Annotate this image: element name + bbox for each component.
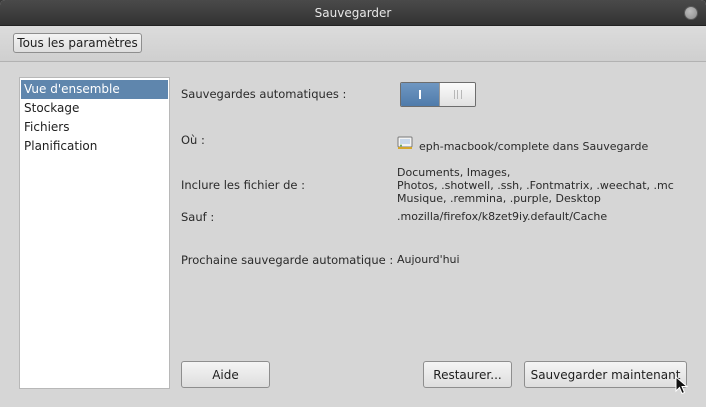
except-value: .mozilla/firefox/k8zet9iy.default/Cache: [397, 210, 608, 223]
all-settings-button[interactable]: Tous les paramètres: [13, 33, 142, 53]
backup-window: Sauvegarder Tous les paramètres Vue d'en…: [0, 0, 706, 407]
sidebar-item-schedule[interactable]: Planification: [21, 137, 168, 156]
network-folder-icon: [397, 136, 413, 149]
switch-on-indicator: [401, 83, 439, 106]
mouse-pointer-icon: [675, 376, 689, 395]
sidebar-item-storage[interactable]: Stockage: [21, 99, 168, 118]
title-bar[interactable]: Sauvegarder: [0, 0, 706, 26]
where-value: eph-macbook/complete dans Sauvegarde: [419, 140, 649, 153]
next-backup-label: Prochaine sauvegarde automatique :: [181, 253, 394, 267]
include-label: Inclure les fichier de :: [181, 178, 306, 192]
help-button[interactable]: Aide: [181, 361, 270, 388]
restore-button[interactable]: Restaurer...: [423, 361, 512, 388]
backup-now-button[interactable]: Sauvegarder maintenant: [524, 361, 687, 388]
where-label: Où :: [181, 133, 205, 147]
close-icon[interactable]: [684, 6, 698, 20]
include-line-3: Musique, .remmina, .purple, Desktop: [397, 192, 601, 205]
switch-knob[interactable]: [439, 83, 475, 106]
sidebar-item-overview[interactable]: Vue d'ensemble: [21, 80, 168, 99]
window-title: Sauvegarder: [314, 6, 392, 20]
auto-backups-switch[interactable]: [400, 82, 476, 107]
include-line-1: Documents, Images,: [397, 166, 511, 179]
next-backup-value: Aujourd'hui: [397, 253, 460, 266]
except-label: Sauf :: [181, 210, 215, 224]
sidebar-item-files[interactable]: Fichiers: [21, 118, 168, 137]
auto-backups-label: Sauvegardes automatiques :: [181, 87, 347, 101]
sidebar: Vue d'ensemble Stockage Fichiers Planifi…: [19, 77, 170, 389]
include-line-2: Photos, .shotwell, .ssh, .Fontmatrix, .w…: [397, 179, 674, 192]
